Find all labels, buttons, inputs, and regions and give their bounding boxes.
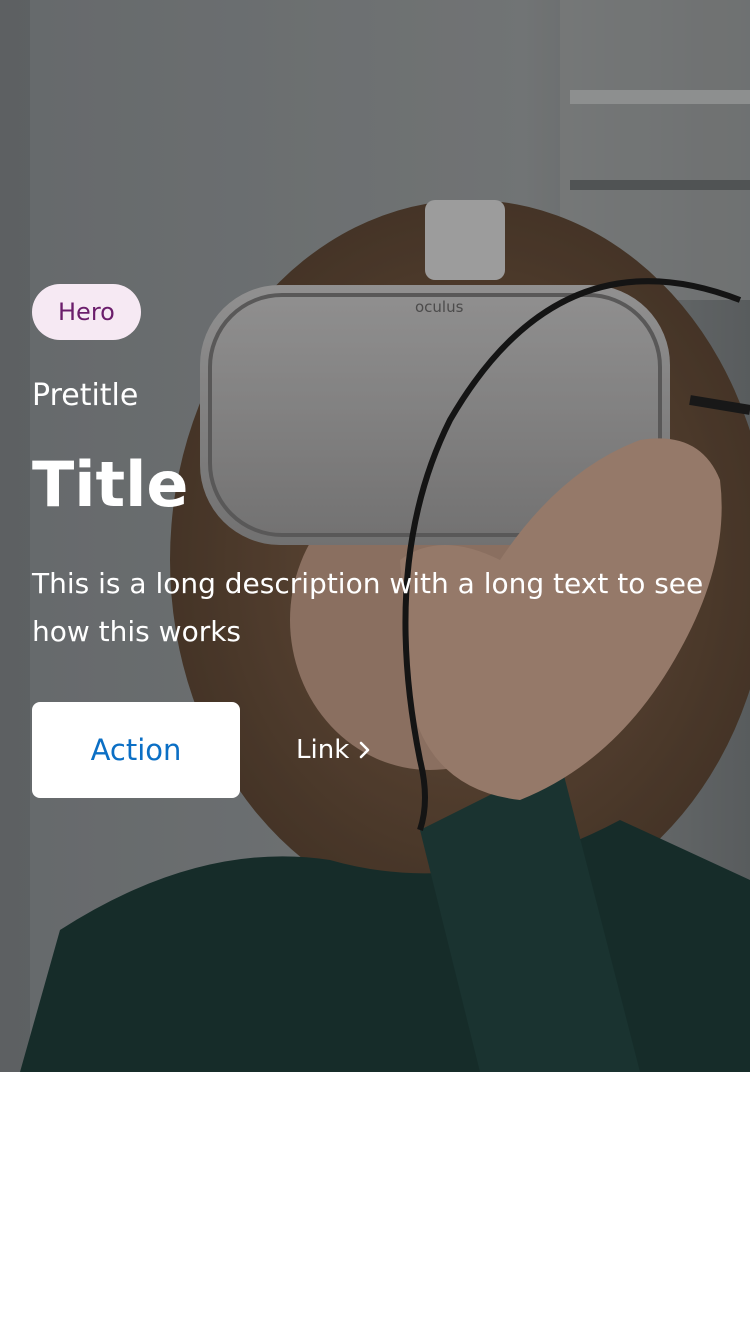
hero-content: Hero Pretitle Title This is a long descr… xyxy=(32,284,718,798)
hero-pretitle: Pretitle xyxy=(32,378,139,413)
chevron-right-icon xyxy=(359,741,370,759)
hero-title: Title xyxy=(32,448,189,521)
link-label: Link xyxy=(296,735,350,765)
hero-actions: Action Link xyxy=(32,702,718,798)
action-button[interactable]: Action xyxy=(32,702,240,798)
link[interactable]: Link xyxy=(296,735,371,765)
hero-section: oculus Hero Pretitle Title This is a lon… xyxy=(0,0,750,1072)
hero-badge: Hero xyxy=(32,284,141,340)
hero-description: This is a long description with a long t… xyxy=(32,567,704,648)
